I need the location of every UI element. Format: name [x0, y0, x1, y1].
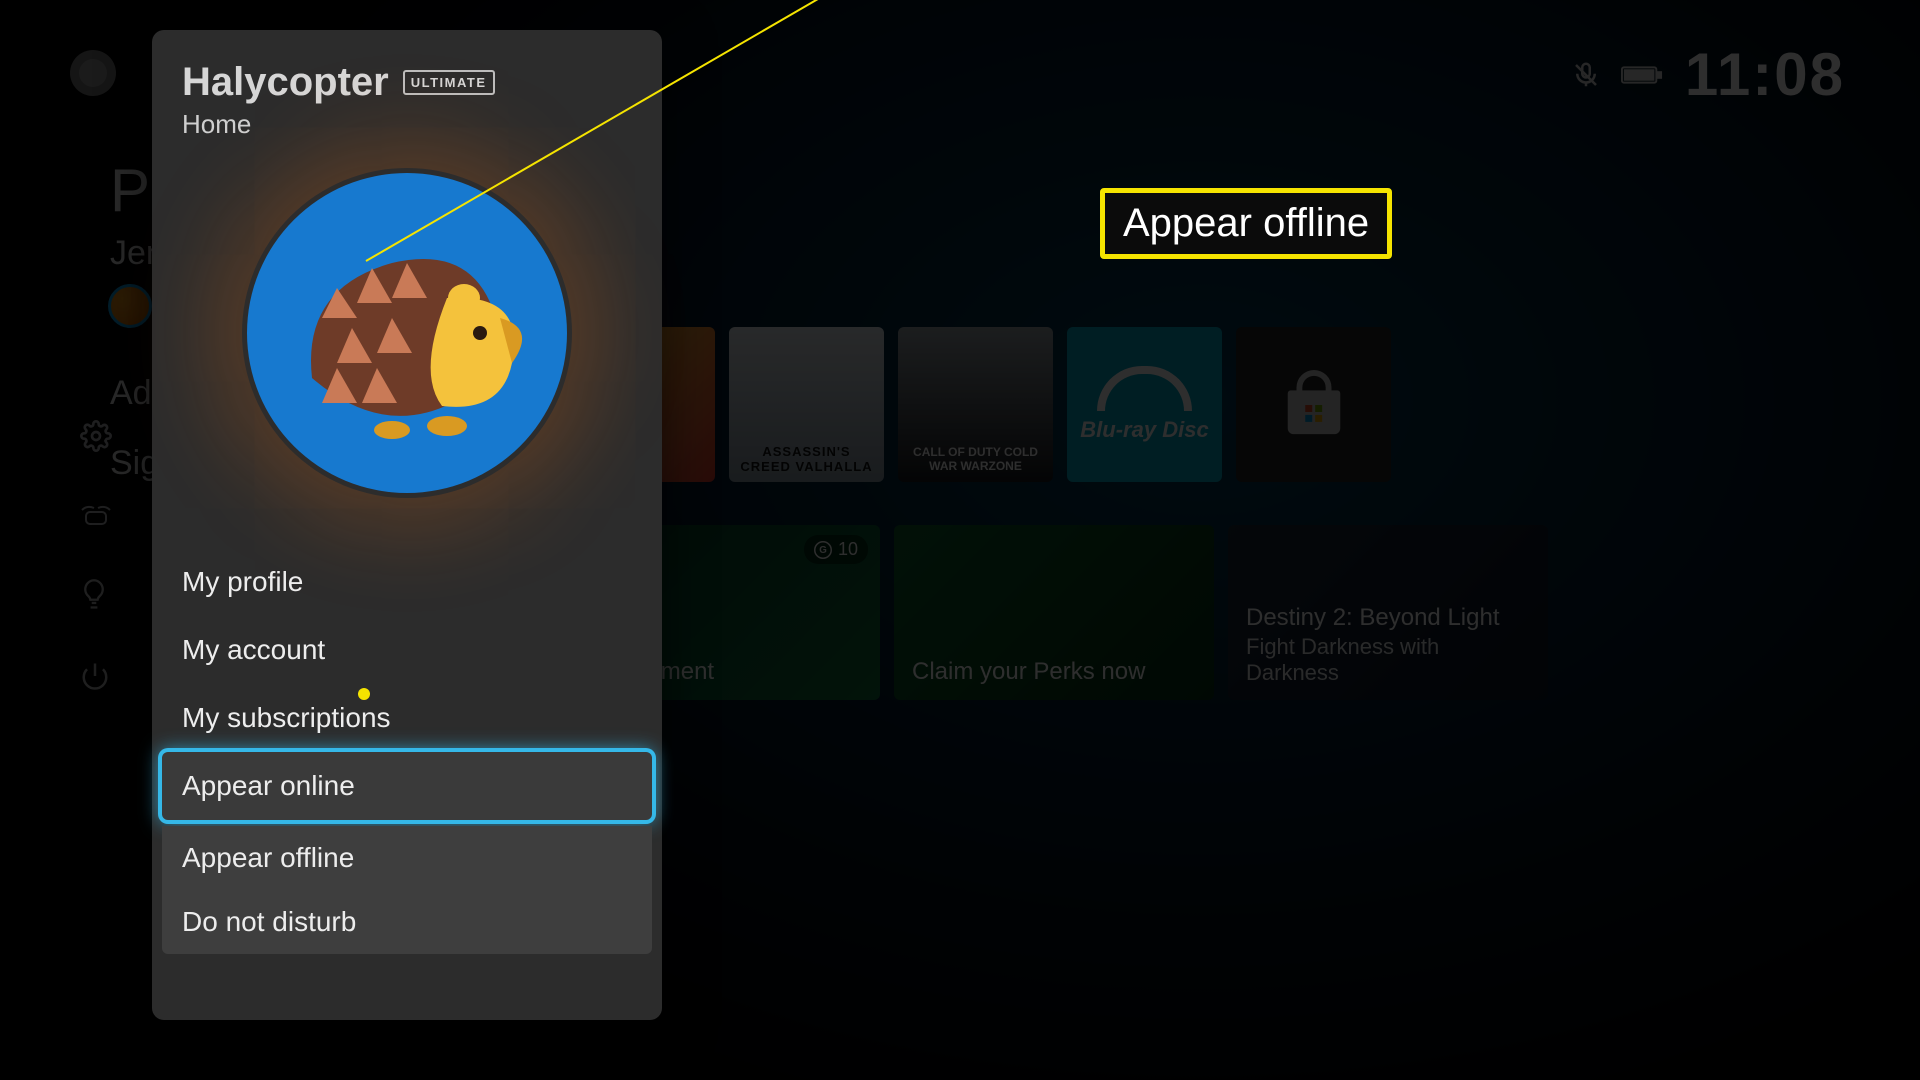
menu-my-account[interactable]: My account	[152, 616, 662, 684]
presence-submenu: Appear offline Do not disturb	[162, 826, 652, 954]
menu-my-profile[interactable]: My profile	[152, 548, 662, 616]
menu-my-subscriptions[interactable]: My subscriptions	[152, 684, 662, 752]
profile-popover: Halycopter ULTIMATE Home	[152, 30, 662, 1020]
annotation-callout: Appear offline	[1100, 188, 1392, 259]
tier-badge: ULTIMATE	[403, 70, 495, 95]
avatar	[242, 168, 572, 498]
presence-dropdown[interactable]: Appear online	[162, 752, 652, 820]
presence-option-dnd[interactable]: Do not disturb	[162, 890, 652, 954]
annotation-anchor-dot	[358, 688, 370, 700]
location-label: Home	[182, 109, 632, 140]
gamertag: Halycopter	[182, 60, 389, 105]
presence-option-offline[interactable]: Appear offline	[162, 826, 652, 890]
profile-menu: My profile My account My subscriptions A…	[152, 548, 662, 954]
